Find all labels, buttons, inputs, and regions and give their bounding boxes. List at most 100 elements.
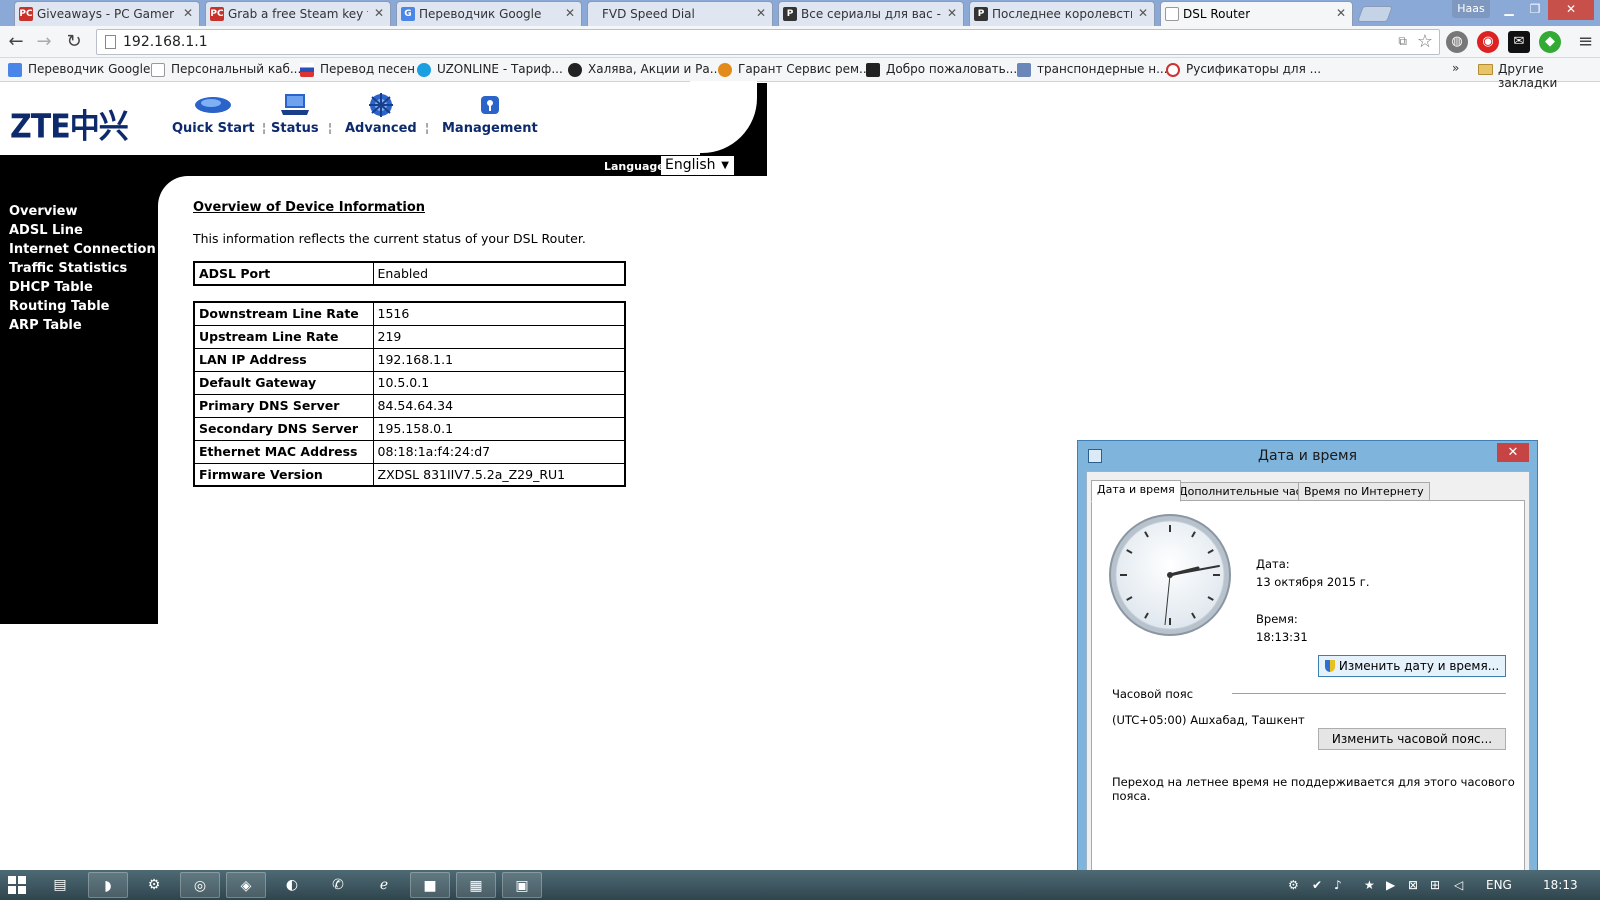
tab-label: Последнее королевство: [992, 7, 1132, 21]
close-window-icon[interactable]: ✕: [1548, 0, 1594, 20]
sidebar-corner-round: [158, 176, 198, 216]
bookmark-personal-cabinet[interactable]: Персональный каб...: [151, 62, 301, 78]
address-bar[interactable]: ⧉ ☆: [96, 29, 1440, 55]
chrome-icon[interactable]: ◎: [180, 872, 220, 898]
browser-toolbar: ← → ↻ ⧉ ☆ ◍ ◉ ✉ ◆ ≡: [0, 26, 1600, 58]
tab-internet-time[interactable]: Время по Интернету: [1298, 482, 1430, 501]
timezone-label: Часовой пояс: [1112, 687, 1194, 701]
sidebar-item-traffic-statistics[interactable]: Traffic Statistics: [9, 259, 156, 278]
sidebar-item-overview[interactable]: Overview: [9, 202, 156, 221]
extension-mail-icon[interactable]: ✉: [1508, 31, 1530, 53]
tray-steam-icon[interactable]: ⚙: [1288, 878, 1299, 892]
bookmark-uzonline[interactable]: UZONLINE - Тариф...: [417, 62, 563, 78]
url-input[interactable]: [123, 32, 1323, 52]
windows-start-icon[interactable]: [8, 876, 26, 894]
viber-icon[interactable]: ✆: [318, 872, 358, 898]
tab-additional-clocks[interactable]: Дополнительные часы: [1173, 482, 1317, 501]
pink-app-icon[interactable]: ■: [410, 872, 450, 898]
bookmark-star-icon[interactable]: ☆: [1417, 31, 1433, 52]
tray-network-icon[interactable]: ⊞: [1430, 878, 1440, 892]
sidebar-item-internet-connection[interactable]: Internet Connection: [9, 240, 156, 259]
google-translate-favicon-icon: G: [401, 7, 415, 21]
notepad-icon[interactable]: ▦: [456, 872, 496, 898]
sidebar-item-adsl-line[interactable]: ADSL Line: [9, 221, 156, 240]
extension-globe-icon[interactable]: ◍: [1446, 31, 1468, 53]
browser-tab-serials[interactable]: P Все сериалы для вас - Pi ✕: [778, 1, 964, 26]
tab-date-time[interactable]: Дата и время: [1091, 480, 1181, 502]
tray-security-icon[interactable]: ✔: [1312, 878, 1322, 892]
tab-close-icon[interactable]: ✕: [374, 6, 384, 20]
bookmark-freebies[interactable]: Халява, Акции и Ра...: [568, 62, 721, 78]
sidebar-item-arp-table[interactable]: ARP Table: [9, 316, 156, 335]
sidebar-item-routing-table[interactable]: Routing Table: [9, 297, 156, 316]
table-row: Primary DNS Server 84.54.64.34: [193, 393, 626, 418]
windows-taskbar: ▤ ◗ ⚙ ◎ ◈ ◐ ✆ ℯ ■ ▦ ▣ ⚙ ✔ ♪ ★ ▶ ⊠ ⊞ ◁ EN…: [0, 870, 1600, 900]
tab-close-icon[interactable]: ✕: [756, 6, 766, 20]
dialog-close-icon[interactable]: ✕: [1497, 443, 1529, 462]
browser-tab-giveaways[interactable]: PC Giveaways - PC Gamer ✕: [14, 1, 200, 26]
nav-status[interactable]: Status: [271, 93, 319, 136]
tab-close-icon[interactable]: ✕: [565, 6, 575, 20]
browser-tab-steam-key[interactable]: PC Grab a free Steam key for ✕: [205, 1, 391, 26]
date-time-settings-icon[interactable]: ▣: [502, 872, 542, 898]
extension-puzzle-icon[interactable]: ◆: [1539, 31, 1561, 53]
browser-tab-last-kingdom[interactable]: P Последнее королевство ✕: [969, 1, 1155, 26]
back-arrow-icon[interactable]: ←: [4, 30, 28, 54]
change-date-time-button[interactable]: Изменить дату и время...: [1318, 655, 1506, 677]
new-tab-button[interactable]: [1357, 6, 1393, 22]
input-language[interactable]: ENG: [1486, 878, 1512, 892]
tray-media-icon[interactable]: ▶: [1386, 878, 1395, 892]
sidebar-item-dhcp-table[interactable]: DHCP Table: [9, 278, 156, 297]
tab-close-icon[interactable]: ✕: [183, 6, 193, 20]
internet-explorer-icon[interactable]: ℯ: [364, 872, 404, 898]
mouse-icon: [195, 97, 232, 113]
translate-icon[interactable]: ⧉: [1398, 34, 1407, 49]
file-explorer-icon[interactable]: ▤: [40, 872, 80, 898]
adblock-icon[interactable]: ◉: [1477, 31, 1499, 53]
chrome-menu-icon[interactable]: ≡: [1578, 31, 1593, 52]
tab-close-icon[interactable]: ✕: [1336, 6, 1346, 20]
table-row: Default Gateway 10.5.0.1: [193, 370, 626, 395]
uzonline-icon: [417, 63, 431, 77]
tray-star-icon[interactable]: ★: [1364, 878, 1375, 892]
language-select[interactable]: English ▼: [661, 156, 734, 175]
other-bookmarks-folder[interactable]: Другие закладки: [1478, 62, 1600, 90]
bookmarks-bar: Переводчик Google Персональный каб... Пе…: [0, 58, 1600, 90]
bookmark-transponders[interactable]: транспондерные н...: [1017, 62, 1168, 78]
nav-separator: ¦: [262, 121, 267, 135]
bookmark-russifiers[interactable]: Русификаторы для ...: [1166, 62, 1321, 78]
browser-tab-dsl-router[interactable]: DSL Router ✕: [1160, 1, 1353, 26]
tray-close-icon[interactable]: ⊠: [1408, 878, 1418, 892]
browser-tab-fvd-speed-dial[interactable]: FVD Speed Dial ✕: [587, 1, 773, 26]
nav-separator: ¦: [425, 121, 430, 135]
dst-note: Переход на летнее время не поддерживаетс…: [1112, 775, 1515, 803]
date-value: 13 октября 2015 г.: [1256, 575, 1370, 589]
user-profile-badge[interactable]: Haas: [1452, 0, 1490, 18]
browser-app-icon[interactable]: ◐: [272, 872, 312, 898]
bookmark-garant-service[interactable]: Гарант Сервис рем...: [718, 62, 870, 78]
page-favicon-icon: [1165, 7, 1179, 21]
taskbar-clock[interactable]: 18:13: [1543, 878, 1578, 892]
tray-volume-icon[interactable]: ◁: [1454, 878, 1463, 892]
bookmark-steam-welcome[interactable]: Добро пожаловать...: [866, 62, 1017, 78]
nav-advanced[interactable]: Advanced: [345, 93, 417, 136]
forward-arrow-icon[interactable]: →: [32, 30, 56, 54]
change-timezone-button[interactable]: Изменить часовой пояс...: [1318, 728, 1506, 750]
table-value: 192.168.1.1: [372, 347, 626, 372]
restore-icon[interactable]: ❐: [1522, 0, 1548, 20]
tab-close-icon[interactable]: ✕: [947, 6, 957, 20]
media-player-icon[interactable]: ◗: [88, 872, 128, 898]
more-bookmarks-chevron-icon[interactable]: »: [1452, 61, 1459, 75]
timezone-divider: [1232, 693, 1506, 694]
reload-icon[interactable]: ↻: [62, 30, 86, 54]
steam-icon[interactable]: ⚙: [134, 872, 174, 898]
browser-tab-google-translate[interactable]: G Переводчик Google ✕: [396, 1, 582, 26]
tab-close-icon[interactable]: ✕: [1138, 6, 1148, 20]
bookmark-song-translation[interactable]: Перевод песен: [300, 62, 415, 78]
tray-sound-icon[interactable]: ♪: [1334, 878, 1342, 892]
game-controller-icon[interactable]: ◈: [226, 872, 266, 898]
minimize-icon[interactable]: ▁: [1496, 0, 1522, 20]
nav-quick-start[interactable]: Quick Start: [172, 93, 255, 136]
bookmark-google-translate[interactable]: Переводчик Google: [8, 62, 150, 78]
nav-management[interactable]: Management: [442, 93, 538, 136]
